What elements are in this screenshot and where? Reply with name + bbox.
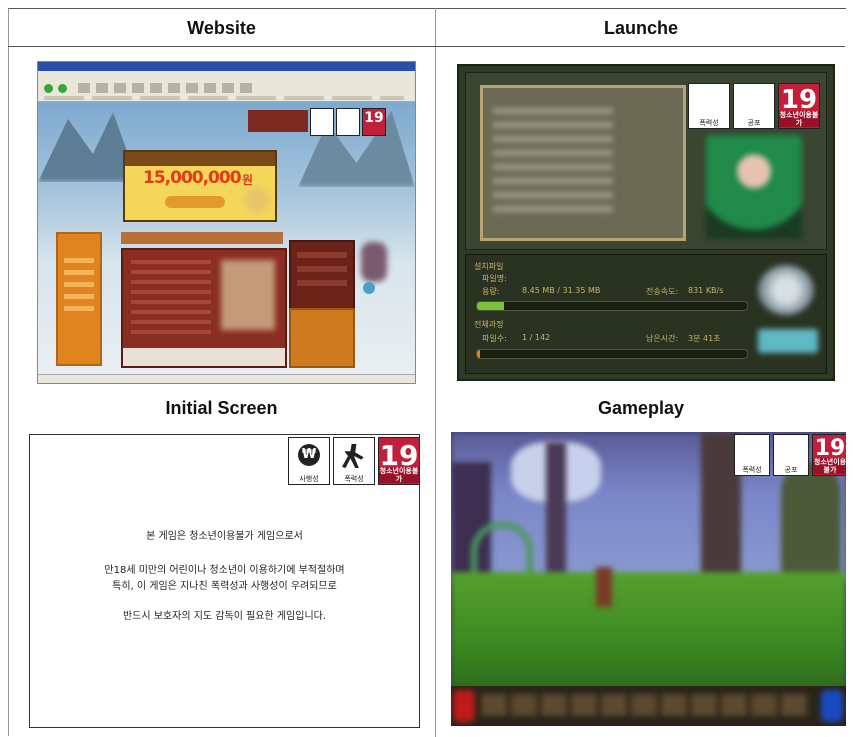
fear-icon: 공포	[773, 434, 809, 476]
browser-toolbar	[38, 71, 415, 102]
count-value: 1 / 142	[522, 333, 551, 342]
launcher-notice-list[interactable]	[480, 85, 686, 241]
search-strip[interactable]	[123, 348, 285, 366]
center-board-header	[121, 232, 283, 244]
skill-slots[interactable]	[481, 694, 811, 716]
login-fields	[297, 252, 347, 292]
forward-icon	[58, 84, 67, 93]
total-section-label: 전체과정	[474, 320, 504, 329]
start-button[interactable]	[758, 329, 818, 353]
launcher-top-area: 폭력성 공포 19 청소년이용불가	[465, 72, 827, 250]
header-initial-screen: Initial Screen	[165, 398, 278, 418]
promo-top	[125, 152, 275, 166]
launcher-screenshot: 폭력성 공포 19 청소년이용불가 설치파일 파일명: 용량: 8.45 MB /…	[457, 64, 835, 381]
speed-value: 831 KB/s	[688, 286, 724, 295]
launcher-character-art	[706, 135, 802, 239]
browser-titlebar	[38, 62, 415, 71]
left-menu-items	[64, 258, 94, 318]
initial-rating-icons: ₩ 사행성 폭력성 19 청소년이용불가	[288, 437, 419, 485]
links-bar	[44, 96, 404, 100]
violence-icon: 폭력성	[734, 434, 770, 476]
file-progress-fill	[477, 302, 504, 310]
violence-icon: 폭력성	[333, 437, 375, 485]
notice-items	[493, 108, 613, 218]
grass-ground	[451, 572, 846, 692]
promo-amount: 15,000,000	[143, 168, 242, 188]
event-box[interactable]	[289, 308, 355, 368]
top-button[interactable]	[363, 282, 375, 294]
fear-icon	[336, 108, 360, 136]
header-gameplay: Gameplay	[597, 398, 685, 418]
header-launcher: Launche	[603, 18, 678, 38]
promo-button[interactable]	[165, 196, 225, 208]
player-character	[596, 567, 612, 607]
violence-icon: 폭력성	[688, 83, 730, 129]
size-value: 8.45 MB / 31.35 MB	[522, 286, 601, 295]
total-progress-fill	[477, 350, 480, 358]
speed-label: 전송속도:	[646, 287, 679, 296]
size-label: 용량:	[482, 287, 500, 296]
file-name-label: 파일명:	[482, 274, 507, 283]
notice-list	[131, 260, 211, 338]
fear-icon: 공포	[733, 83, 775, 129]
column-divider	[435, 8, 436, 737]
warning-line-4: 반드시 보호자의 지도 감독이 필요한 게임입니다.	[122, 611, 327, 622]
gameplay-rating-icons: 폭력성 공포 19 청소년이용불가	[734, 434, 846, 476]
left-menu[interactable]	[56, 232, 102, 366]
age-19-icon: 19 청소년이용불가	[778, 83, 820, 129]
age-19-icon: 19 청소년이용불가	[378, 437, 419, 485]
hud-bar	[451, 686, 846, 726]
warning-line-1: 본 게임은 청소년이용불가 게임으로서	[146, 531, 303, 542]
hp-orb	[453, 690, 475, 722]
launcher-rating-icons: 폭력성 공포 19 청소년이용불가	[688, 83, 820, 129]
coin-icon: ₩ 사행성	[288, 437, 330, 485]
gameplay-screenshot: 폭력성 공포 19 청소년이용불가	[451, 432, 846, 726]
header-website: Website	[187, 18, 256, 38]
notice-thumbnail	[221, 260, 275, 330]
remaining-label: 남은시간:	[646, 334, 679, 343]
promo-character	[245, 188, 269, 212]
website-screenshot: 15,000,000 원 19	[37, 61, 416, 384]
promo-banner[interactable]: 15,000,000 원	[123, 150, 277, 222]
website-rating-icons: 19	[310, 108, 386, 136]
event-banner[interactable]	[248, 110, 308, 132]
file-progress-bar	[476, 301, 748, 311]
globe-icon	[758, 265, 814, 315]
initial-screen-screenshot: ₩ 사행성 폭력성 19 청소년이용불가 본 게임은 청소년이용불가 게임으로서…	[29, 434, 420, 728]
age-19-icon: 19 청소년이용불가	[812, 434, 846, 476]
promo-suffix: 원	[242, 173, 254, 187]
total-progress-bar	[476, 349, 748, 359]
runner-glyph	[342, 444, 364, 468]
notice-board[interactable]	[121, 248, 287, 368]
mascot-character	[361, 242, 387, 282]
warning-line-3: 특히, 이 게임은 지나친 폭력성과 사행성이 우려되므로	[112, 581, 337, 592]
login-box[interactable]	[289, 240, 355, 310]
file-section-label: 설치파일	[474, 262, 504, 271]
remaining-value: 3분 41초	[688, 334, 721, 343]
age-19-icon: 19	[362, 108, 386, 136]
back-icon	[44, 84, 53, 93]
mp-orb	[821, 690, 843, 722]
tree-trunk-1	[546, 442, 566, 592]
violence-icon	[310, 108, 334, 136]
launcher-progress-area: 설치파일 파일명: 용량: 8.45 MB / 31.35 MB 전송속도: 8…	[465, 254, 827, 374]
website-page: 15,000,000 원 19	[38, 102, 415, 374]
won-coin-icon: ₩	[298, 444, 320, 466]
count-label: 파일수:	[482, 334, 507, 343]
browser-statusbar	[38, 374, 415, 383]
toolbar-buttons	[78, 83, 258, 93]
header-divider	[8, 46, 845, 47]
warning-line-2: 만18세 미만의 어린이나 청소년이 이용하기에 부적절하며	[104, 565, 345, 576]
